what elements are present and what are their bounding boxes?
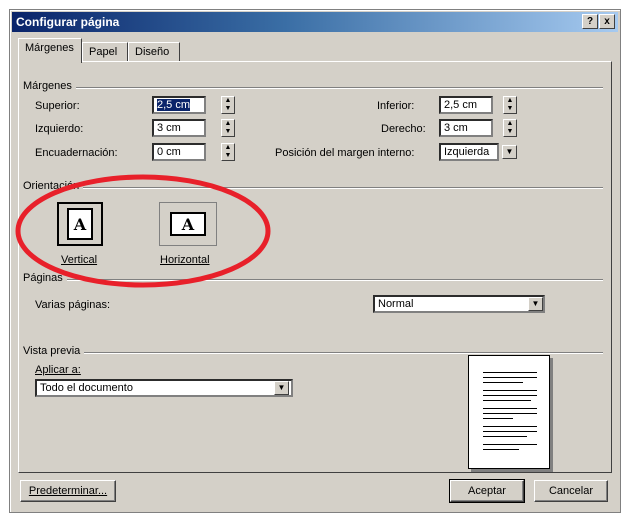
posicion-select[interactable]: Izquierda [439, 143, 499, 161]
apply-to-chevron-down-icon[interactable]: ▼ [274, 381, 289, 395]
preview-line [483, 408, 537, 409]
encuadernacion-value: 0 cm [157, 146, 181, 158]
tab-papel-label: Papel [89, 46, 118, 58]
tab-margenes[interactable]: Márgenes [18, 38, 82, 63]
posicion-chevron-down-icon[interactable]: ▼ [502, 145, 517, 159]
inferior-input[interactable]: 2,5 cm [439, 96, 493, 114]
preview-group-title: Vista previa [23, 345, 85, 357]
derecho-value: 3 cm [444, 122, 468, 134]
preview-line [483, 413, 537, 414]
izquierdo-input[interactable]: 3 cm [152, 119, 206, 137]
preview-line [483, 377, 537, 378]
preview-line [483, 382, 523, 383]
derecho-input[interactable]: 3 cm [439, 119, 493, 137]
ok-button[interactable]: Aceptar [449, 479, 525, 503]
multiple-pages-chevron-down-icon[interactable]: ▼ [528, 297, 543, 311]
superior-spinner[interactable]: ▲ ▼ [221, 96, 235, 114]
inferior-spinner[interactable]: ▲ ▼ [503, 96, 517, 114]
multiple-pages-value: Normal [378, 298, 414, 310]
margins-group-line [23, 87, 603, 89]
encuadernacion-input[interactable]: 0 cm [152, 143, 206, 161]
help-icon[interactable]: ? [582, 14, 598, 29]
izquierdo-label: Izquierdo: [35, 123, 84, 135]
cancel-button[interactable]: Cancelar [534, 480, 608, 502]
tab-diseno-label: Diseño [135, 46, 170, 58]
preview-line [483, 418, 513, 419]
apply-to-label: Aplicar a: [35, 364, 81, 376]
superior-value: 2,5 cm [157, 99, 191, 111]
preview-line [483, 395, 537, 396]
preview-line [483, 400, 531, 401]
title-bar: Configurar página ? x [12, 12, 618, 32]
tab-diseno[interactable]: Diseño [128, 42, 180, 62]
preview-line [483, 372, 537, 373]
preview-line [483, 390, 537, 391]
tab-margenes-label: Márgenes [25, 42, 74, 54]
inferior-value: 2,5 cm [444, 99, 478, 111]
apply-to-value: Todo el documento [40, 382, 133, 394]
preview-line [483, 436, 527, 437]
multiple-pages-label: Varias páginas: [35, 299, 111, 311]
superior-input[interactable]: 2,5 cm [152, 96, 206, 114]
cancel-button-label: Cancelar [548, 485, 594, 497]
izquierdo-value: 3 cm [157, 122, 181, 134]
preview-line [483, 449, 519, 450]
ok-button-label: Aceptar [468, 485, 506, 497]
posicion-label: Posición del margen interno: [275, 147, 415, 159]
page-preview [468, 355, 550, 469]
close-icon[interactable]: x [599, 14, 615, 29]
superior-label: Superior: [35, 100, 80, 112]
default-button-label: Predeterminar... [28, 485, 108, 497]
preview-group-line [23, 352, 603, 354]
annotation-ellipse [15, 174, 271, 288]
preview-line [483, 426, 537, 427]
inferior-label: Inferior: [377, 100, 415, 112]
preview-line [483, 431, 537, 432]
derecho-label: Derecho: [381, 123, 426, 135]
tab-papel[interactable]: Papel [82, 42, 128, 62]
encuadernacion-label: Encuadernación: [35, 147, 118, 159]
derecho-spinner[interactable]: ▲ ▼ [503, 119, 517, 137]
izquierdo-spinner[interactable]: ▲ ▼ [221, 119, 235, 137]
posicion-value: Izquierda [444, 146, 490, 158]
default-button[interactable]: Predeterminar... [20, 480, 116, 502]
encuadernacion-spinner[interactable]: ▲ ▼ [221, 143, 235, 161]
apply-to-select[interactable]: Todo el documento [35, 379, 293, 397]
window-title: Configurar página [16, 15, 120, 29]
multiple-pages-select[interactable]: Normal [373, 295, 545, 313]
preview-line [483, 444, 537, 445]
margins-group-title: Márgenes [23, 80, 76, 92]
